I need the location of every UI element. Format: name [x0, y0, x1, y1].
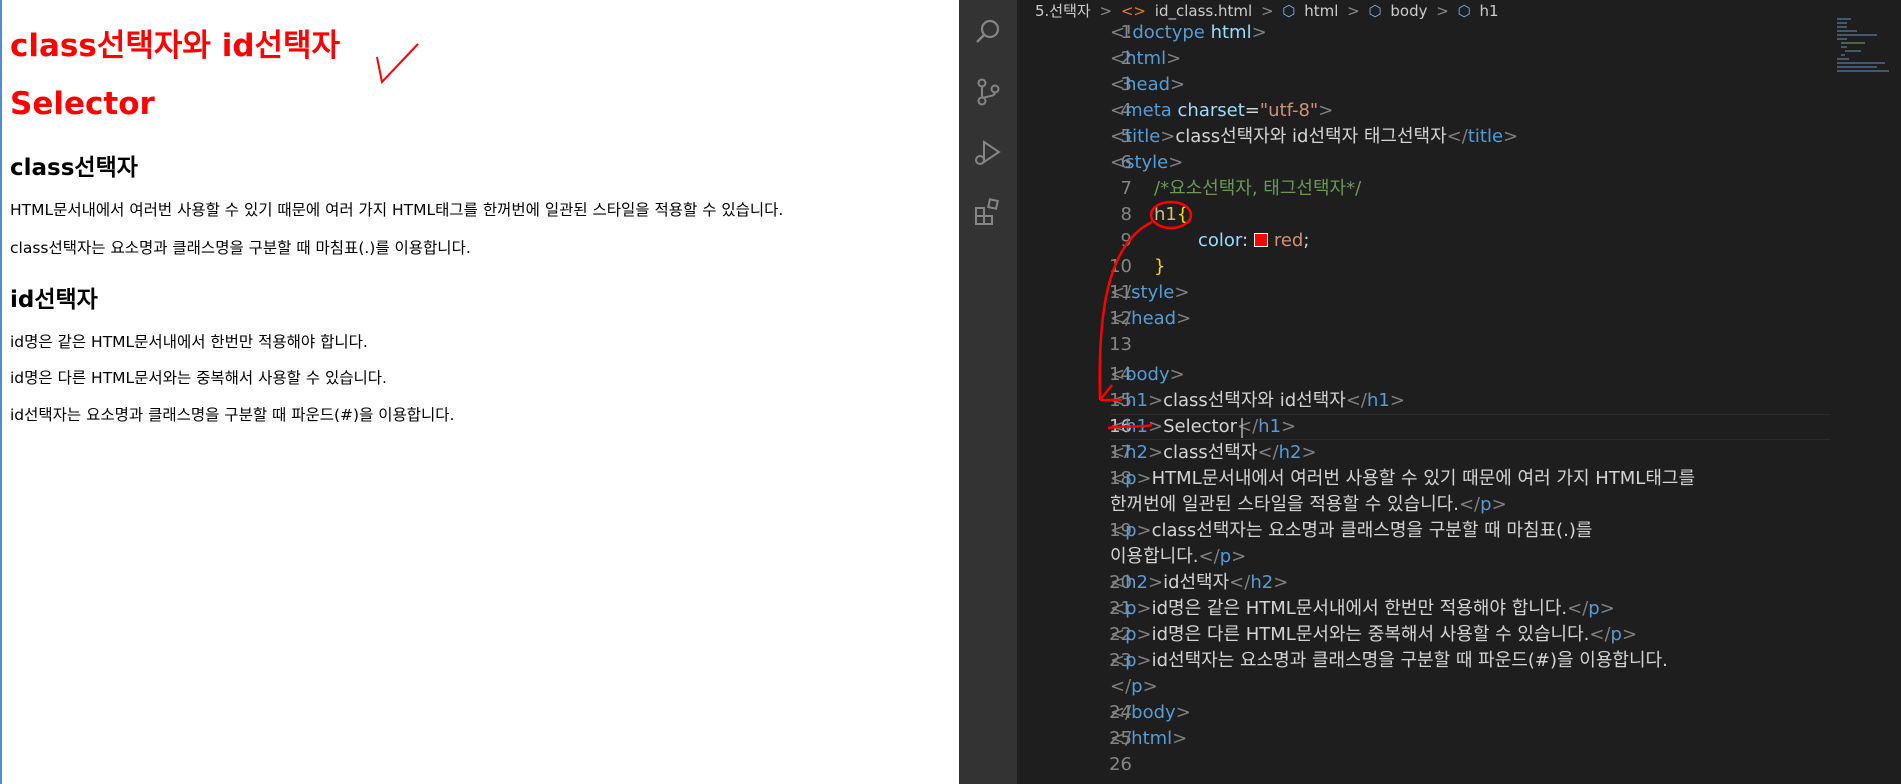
preview-heading-class: class선택자 — [10, 155, 138, 181]
code-line-16[interactable]: <h1>Selector</h1> — [1110, 414, 1296, 440]
breadcrumb: 5.선택자 > <> id_class.html > ⬡ html > ⬡ bo… — [1035, 0, 1503, 20]
breadcrumb-h1[interactable]: h1 — [1480, 2, 1499, 20]
code-line-12[interactable]: </head> — [1110, 306, 1191, 332]
code-line-18-wrap[interactable]: 한꺼번에 일관된 스타일을 적용할 수 있습니다.</p> — [1110, 492, 1507, 518]
breadcrumb-html[interactable]: html — [1304, 2, 1338, 20]
run-debug-icon[interactable] — [972, 136, 1004, 168]
code-line-10[interactable]: } — [1154, 254, 1165, 280]
code-line-1[interactable]: <!doctype html> — [1110, 20, 1267, 46]
preview-paragraph-5: id선택자는 요소명과 클래스명을 구분할 때 파운드(#)을 이용합니다. — [10, 406, 455, 424]
html-file-icon: <> — [1120, 2, 1146, 20]
extensions-icon[interactable] — [972, 196, 1004, 228]
code-line-22[interactable]: <p>id명은 다른 HTML문서와는 중복해서 사용할 수 있습니다.</p> — [1110, 622, 1637, 648]
browser-preview: class선택자와 id선택자 Selector class선택자 HTML문서… — [0, 0, 959, 784]
breadcrumb-file[interactable]: id_class.html — [1155, 2, 1252, 20]
code-line-17[interactable]: <h2>class선택자</h2> — [1110, 440, 1317, 466]
code-line-9[interactable]: color: red; — [1198, 228, 1309, 254]
code-line-6[interactable]: <style> — [1110, 150, 1183, 176]
preview-paragraph-2: class선택자는 요소명과 클래스명을 구분할 때 마침표(.)를 이용합니다… — [10, 239, 471, 257]
code-line-21[interactable]: <p>id명은 같은 HTML문서내에서 한번만 적용해야 합니다.</p> — [1110, 596, 1615, 622]
activity-bar — [959, 0, 1017, 784]
breadcrumb-separator: > — [1347, 2, 1360, 20]
search-icon[interactable] — [972, 16, 1004, 48]
element-cube-icon: ⬡ — [1368, 2, 1382, 20]
preview-paragraph-1: HTML문서내에서 여러번 사용할 수 있기 때문에 여러 가지 HTML태그를… — [10, 201, 784, 219]
preview-heading-id: id선택자 — [10, 287, 98, 313]
preview-paragraph-4: id명은 다른 HTML문서와는 중복해서 사용할 수 있습니다. — [10, 369, 387, 387]
breadcrumb-folder[interactable]: 5.선택자 — [1035, 0, 1091, 21]
code-line-23-wrap[interactable]: </p> — [1110, 674, 1158, 700]
preview-heading-1: class선택자와 id선택자 — [10, 28, 341, 64]
code-line-2[interactable]: <html> — [1110, 46, 1181, 72]
preview-heading-selector: Selector — [10, 86, 155, 122]
code-line-18[interactable]: <p>HTML문서내에서 여러번 사용할 수 있기 때문에 여러 가지 HTML… — [1110, 466, 1695, 492]
source-control-icon[interactable] — [972, 76, 1004, 108]
code-line-5[interactable]: <title>class선택자와 id선택자 태그선택자</title> — [1110, 124, 1518, 150]
color-swatch[interactable] — [1253, 233, 1268, 247]
code-line-3[interactable]: <head> — [1110, 72, 1185, 98]
code-line-15[interactable]: <h1>class선택자와 id선택자</h1> — [1110, 388, 1405, 414]
code-line-19-wrap[interactable]: 이용합니다.</p> — [1110, 544, 1246, 570]
breadcrumb-separator: > — [1436, 2, 1449, 20]
code-line-24[interactable]: </body> — [1110, 700, 1191, 726]
breadcrumb-separator: > — [1260, 2, 1274, 20]
breadcrumb-body[interactable]: body — [1390, 2, 1427, 20]
code-line-25[interactable]: </html> — [1110, 726, 1187, 752]
code-line-23[interactable]: <p>id선택자는 요소명과 클래스명을 구분할 때 파운드(#)을 이용합니다… — [1110, 648, 1668, 674]
element-cube-icon: ⬡ — [1282, 2, 1296, 20]
code-line-14[interactable]: <body> — [1110, 362, 1185, 388]
code-line-20[interactable]: <h2>id선택자</h2> — [1110, 570, 1288, 596]
breadcrumb-separator: > — [1099, 2, 1113, 20]
code-line-19[interactable]: <p>class선택자는 요소명과 클래스명을 구분할 때 마침표(.)를 — [1110, 518, 1592, 544]
code-line-11[interactable]: </style> — [1110, 280, 1189, 306]
code-line-8[interactable]: h1{ — [1154, 202, 1188, 228]
code-lines[interactable]: <!doctype html> <html> <head> <meta char… — [1110, 20, 1850, 784]
element-cube-icon: ⬡ — [1457, 2, 1471, 20]
code-line-4[interactable]: <meta charset="utf-8"> — [1110, 98, 1333, 124]
code-line-7[interactable]: /*요소선택자, 태그선택자*/ — [1154, 176, 1361, 202]
preview-paragraph-3: id명은 같은 HTML문서내에서 한번만 적용해야 합니다. — [10, 333, 368, 351]
